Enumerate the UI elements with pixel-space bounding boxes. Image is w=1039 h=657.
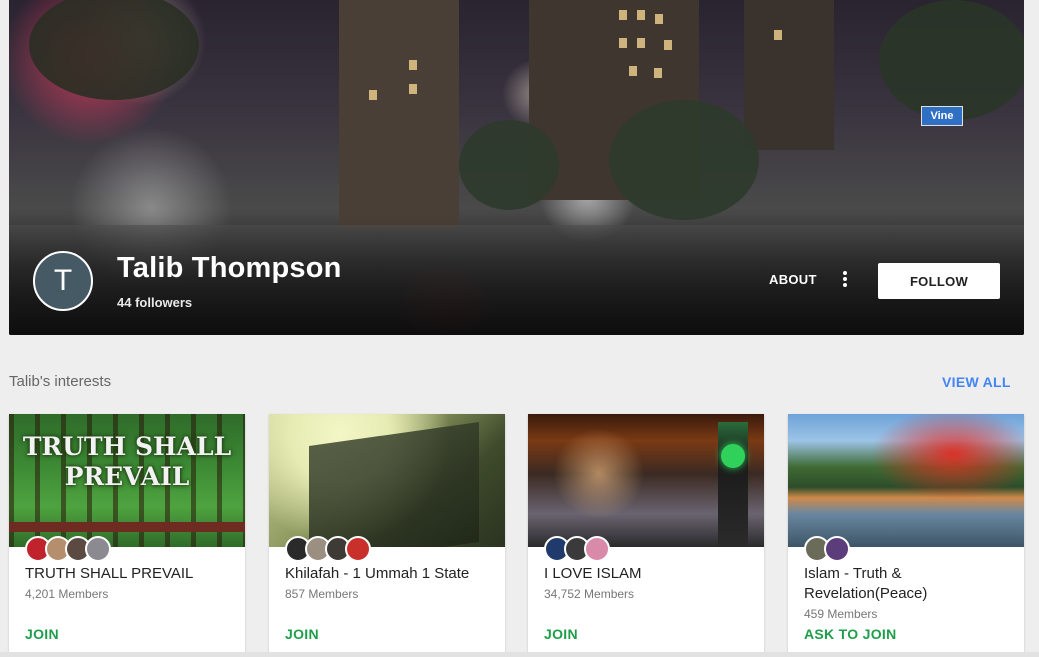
street-sign: Vine bbox=[921, 106, 963, 126]
profile-name: Talib Thompson bbox=[117, 252, 342, 284]
join-button[interactable]: JOIN bbox=[25, 626, 59, 642]
window-light bbox=[369, 90, 377, 100]
window-light bbox=[654, 68, 662, 78]
community-cover-image bbox=[528, 414, 764, 547]
flag-graphic bbox=[309, 422, 479, 547]
community-card-islam-truth-revelation[interactable]: Islam - Truth & Revelation(Peace) 459 Me… bbox=[788, 414, 1024, 657]
view-all-link[interactable]: VIEW ALL bbox=[942, 374, 1011, 390]
community-cover-image bbox=[788, 414, 1024, 547]
member-count: 34,752 Members bbox=[544, 587, 635, 601]
window-light bbox=[619, 10, 627, 20]
building bbox=[339, 0, 459, 230]
member-avatars bbox=[544, 536, 610, 562]
community-title: Islam - Truth & Revelation(Peace) bbox=[804, 565, 928, 602]
window-light bbox=[774, 30, 782, 40]
window-light bbox=[409, 84, 417, 94]
clock-tower-graphic bbox=[718, 422, 748, 547]
community-card-i-love-islam[interactable]: I LOVE ISLAM 34,752 Members JOIN bbox=[528, 414, 764, 657]
member-avatar bbox=[345, 536, 371, 562]
member-count: 4,201 Members bbox=[25, 587, 109, 601]
tree bbox=[459, 120, 559, 210]
community-title: TRUTH SHALL PREVAIL bbox=[25, 565, 194, 582]
window-light bbox=[655, 14, 663, 24]
community-card-khilafah[interactable]: Khilafah - 1 Ummah 1 State 857 Members J… bbox=[269, 414, 505, 657]
community-cover-image: TRUTH SHALL PREVAIL bbox=[9, 414, 245, 547]
palm-tree bbox=[879, 0, 1024, 120]
ask-to-join-button[interactable]: ASK TO JOIN bbox=[804, 626, 897, 642]
more-vert-icon[interactable] bbox=[839, 270, 851, 290]
community-title: I LOVE ISLAM bbox=[544, 565, 642, 582]
cover-image-text: TRUTH SHALL PREVAIL bbox=[22, 432, 232, 491]
window-light bbox=[664, 40, 672, 50]
member-avatar bbox=[824, 536, 850, 562]
window-light bbox=[637, 38, 645, 48]
member-avatar bbox=[584, 536, 610, 562]
building bbox=[744, 0, 834, 150]
member-avatars bbox=[285, 536, 371, 562]
about-button[interactable]: ABOUT bbox=[769, 272, 817, 287]
community-title: Khilafah - 1 Ummah 1 State bbox=[285, 565, 470, 582]
tree bbox=[609, 100, 759, 220]
window-light bbox=[409, 60, 417, 70]
community-cover-image bbox=[269, 414, 505, 547]
community-card-truth-shall-prevail[interactable]: TRUTH SHALL PREVAIL TRUTH SHALL PREVAIL … bbox=[9, 414, 245, 657]
member-count: 857 Members bbox=[285, 587, 359, 601]
follow-button[interactable]: FOLLOW bbox=[878, 263, 1000, 299]
member-count: 459 Members bbox=[804, 607, 878, 621]
join-button[interactable]: JOIN bbox=[544, 626, 578, 642]
member-avatar bbox=[85, 536, 111, 562]
member-avatars bbox=[804, 536, 850, 562]
clock-face-graphic bbox=[721, 444, 745, 468]
followers-count[interactable]: 44 followers bbox=[117, 295, 192, 310]
horizontal-scrollbar[interactable] bbox=[0, 652, 1039, 657]
profile-avatar[interactable]: T bbox=[33, 251, 93, 311]
interests-heading: Talib's interests bbox=[9, 373, 112, 390]
window-light bbox=[619, 38, 627, 48]
cover-image-strip bbox=[9, 522, 245, 532]
join-button[interactable]: JOIN bbox=[285, 626, 319, 642]
window-light bbox=[637, 10, 645, 20]
window-light bbox=[629, 66, 637, 76]
member-avatars bbox=[25, 536, 111, 562]
palm-tree bbox=[29, 0, 199, 100]
